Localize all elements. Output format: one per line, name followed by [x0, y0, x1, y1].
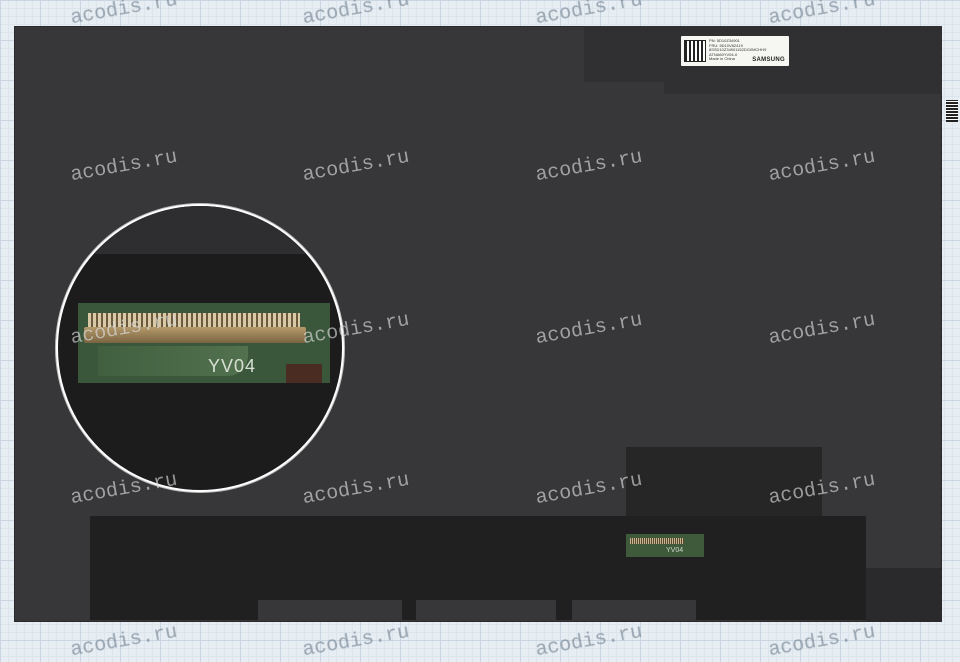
- qr-code-icon: [684, 40, 706, 62]
- flex-cover-right: [626, 447, 822, 519]
- zoom-board-tab: [286, 364, 322, 383]
- zoom-connector-pins: [88, 313, 300, 327]
- connector-zoom-inset: YV04: [56, 204, 344, 492]
- watermark: acodis.ru: [300, 620, 412, 662]
- connector-label-zoom: YV04: [208, 356, 257, 376]
- zoom-connector-housing: [84, 327, 306, 343]
- watermark: acodis.ru: [766, 620, 878, 662]
- product-label: PN: 5D10Z34901 FRU: 5D10V82419 8SSD10Z34…: [681, 36, 789, 66]
- watermark: acodis.ru: [533, 620, 645, 662]
- connector-label-small: YV04: [666, 547, 684, 554]
- flex-notch: [572, 600, 696, 620]
- flex-notch: [258, 600, 402, 620]
- edge-barcode-icon: [946, 100, 958, 122]
- zoom-panel-edge: [58, 206, 342, 254]
- watermark: acodis.ru: [68, 620, 180, 662]
- corner-step: [866, 568, 942, 622]
- connector-pins: [630, 538, 684, 544]
- brand-logo: SAMSUNG: [752, 57, 785, 63]
- connector-board: YV04: [626, 534, 704, 557]
- flex-notch: [416, 600, 556, 620]
